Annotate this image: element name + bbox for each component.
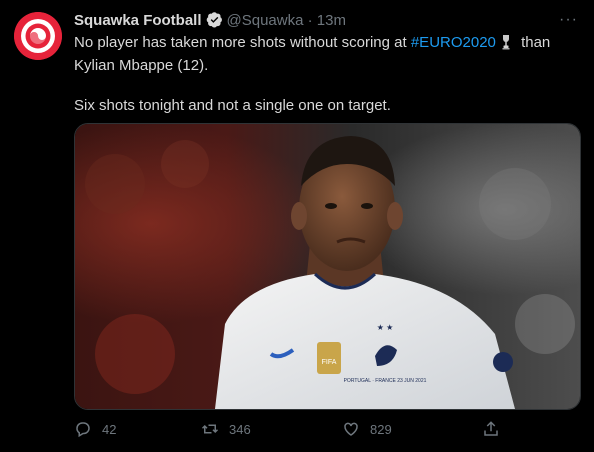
reply-icon [76,422,90,438]
share-icon [484,421,498,436]
like-icon [344,422,358,436]
like-count: 829 [370,421,392,437]
tweet[interactable]: Squawka Football @Squawka · 13m ··· No pl… [0,0,594,452]
avatar[interactable] [14,12,62,60]
hashtag-link[interactable]: #EURO2020 [411,34,496,51]
svg-text:★ ★: ★ ★ [377,323,394,332]
like-button[interactable]: 829 [342,420,392,438]
tweet-text-part1: No player has taken more shots without s… [74,34,411,51]
retweet-count: 346 [229,421,251,437]
retweet-button[interactable]: 346 [201,420,251,438]
author-handle[interactable]: @Squawka [227,12,304,29]
tweet-actions: 42 346 829 [74,420,504,442]
reply-count: 42 [102,421,117,437]
more-icon[interactable]: ··· [559,11,578,29]
tweet-text-line2: Six shots tonight and not a single one o… [74,97,391,114]
tweet-photo[interactable]: FIFA ★ ★ PORTUGAL · FRANCE 23 JUN 2021 [74,123,581,410]
tweet-header: Squawka Football @Squawka · 13m [74,11,578,31]
timestamp[interactable]: 13m [317,12,346,29]
fifa-badge [317,342,341,374]
author-name[interactable]: Squawka Football [74,12,202,29]
trophy-icon [501,34,511,56]
tweet-text: No player has taken more shots without s… [74,33,574,116]
shirt-date: PORTUGAL · FRANCE 23 JUN 2021 [344,378,427,384]
player-photo: FIFA ★ ★ PORTUGAL · FRANCE 23 JUN 2021 [75,124,580,409]
verified-icon [206,11,223,32]
reply-button[interactable]: 42 [74,420,116,438]
retweet-icon [201,424,219,434]
share-button[interactable] [482,420,510,438]
separator-dot: · [307,12,313,29]
uefa-patch [493,352,513,372]
squawka-logo-icon [14,12,62,60]
fifa-badge-text: FIFA [322,359,337,366]
